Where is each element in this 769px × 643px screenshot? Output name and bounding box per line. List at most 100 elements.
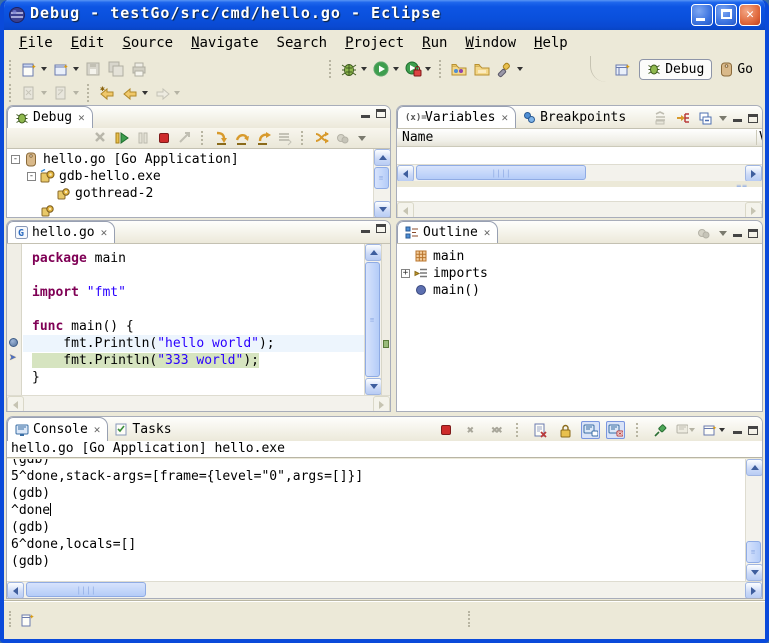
annotation-ruler[interactable]: ➤: [7, 244, 22, 412]
maximize-view-icon[interactable]: [748, 229, 758, 238]
minimize-view-icon[interactable]: [733, 114, 742, 122]
minimize-view-icon[interactable]: [361, 225, 370, 233]
debug-tree-item[interactable]: gothread-2: [7, 185, 373, 202]
show-stderr-button[interactable]: [606, 421, 625, 439]
maximize-view-icon[interactable]: [376, 224, 386, 233]
menu-navigate[interactable]: Navigate: [182, 33, 267, 53]
new-go-wizard-button[interactable]: ✦: [51, 59, 81, 80]
terminate-button[interactable]: [154, 129, 173, 147]
minimize-view-icon[interactable]: [733, 426, 742, 434]
variables-horizontal-scrollbar[interactable]: ||||: [397, 164, 762, 181]
close-tab-icon[interactable]: ✕: [99, 226, 108, 239]
close-tab-icon[interactable]: ✕: [482, 226, 491, 239]
breakpoint-icon[interactable]: [9, 338, 18, 347]
tree-expander-icon[interactable]: -: [27, 172, 36, 181]
add-global-variables-button[interactable]: [675, 109, 691, 127]
open-perspective-button[interactable]: ✦: [613, 59, 634, 80]
code-line[interactable]: import "fmt": [23, 284, 364, 301]
debug-tree-item[interactable]: [7, 202, 373, 217]
menu-search[interactable]: Search: [268, 33, 337, 53]
view-menu-chevron-icon[interactable]: [719, 116, 727, 121]
tab-hello-go[interactable]: G hello.go ✕: [7, 221, 115, 243]
terminate-button[interactable]: [436, 421, 455, 439]
scroll-right-button[interactable]: [745, 582, 762, 599]
debug-launch-button[interactable]: [339, 59, 369, 80]
column-header-value[interactable]: V: [756, 130, 762, 145]
open-console-button[interactable]: ✦: [701, 421, 727, 439]
scroll-left-button[interactable]: [7, 582, 24, 599]
tree-expander-icon[interactable]: -: [11, 155, 20, 164]
perspective-go-button[interactable]: Go: [716, 60, 757, 79]
title-bar[interactable]: Debug - testGo/src/cmd/hello.go - Eclips…: [0, 0, 769, 30]
menu-project[interactable]: Project: [336, 33, 413, 53]
close-tab-icon[interactable]: ✕: [499, 111, 508, 124]
tab-breakpoints[interactable]: Breakpoints: [516, 106, 633, 128]
scroll-left-button[interactable]: [397, 165, 414, 182]
editor-vertical-scrollbar[interactable]: ≡: [364, 244, 381, 395]
collapse-all-button[interactable]: [697, 109, 713, 127]
view-menu-chevron-icon[interactable]: [358, 136, 366, 141]
console-horizontal-scrollbar[interactable]: ||||: [7, 581, 762, 598]
show-stdout-button[interactable]: [581, 421, 600, 439]
scroll-down-button[interactable]: [746, 564, 763, 581]
view-menu-chevron-icon[interactable]: [719, 231, 727, 236]
step-into-button[interactable]: [212, 129, 231, 147]
menu-source[interactable]: Source: [113, 33, 182, 53]
scroll-down-button[interactable]: [374, 201, 390, 217]
maximize-button[interactable]: [715, 4, 737, 26]
menu-window[interactable]: Window: [456, 33, 525, 53]
close-tab-icon[interactable]: ✕: [92, 423, 101, 436]
scroll-lock-button[interactable]: [556, 421, 575, 439]
scrollbar-thumb[interactable]: ≡: [365, 262, 380, 377]
menu-file[interactable]: File: [10, 33, 62, 53]
scroll-up-button[interactable]: [746, 459, 763, 476]
instruction-pointer-icon[interactable]: ➤: [9, 354, 17, 364]
search-button[interactable]: [495, 59, 525, 80]
pin-console-button[interactable]: [651, 421, 670, 439]
variables-details-pane[interactable]: [397, 187, 762, 201]
open-folder-button[interactable]: [472, 59, 493, 80]
maximize-view-icon[interactable]: [748, 426, 758, 435]
code-line[interactable]: fmt.Println("hello world");: [23, 335, 364, 352]
maximize-view-icon[interactable]: [376, 109, 386, 118]
console-output[interactable]: (gdb)5^done,stack-args=[frame={level="0"…: [7, 459, 745, 581]
fast-view-icon[interactable]: ✦: [20, 611, 38, 627]
tab-debug[interactable]: Debug ✕: [7, 106, 93, 128]
resume-button[interactable]: [112, 129, 131, 147]
code-line[interactable]: }: [23, 369, 364, 386]
run-launch-button[interactable]: [371, 59, 401, 80]
minimize-view-icon[interactable]: [361, 110, 370, 118]
new-wizard-button[interactable]: ✦: [19, 59, 49, 80]
close-button[interactable]: ✕: [739, 4, 761, 26]
use-step-filters-button[interactable]: [312, 129, 331, 147]
step-return-button[interactable]: [254, 129, 273, 147]
menu-edit[interactable]: Edit: [62, 33, 114, 53]
tab-outline[interactable]: Outline ✕: [397, 221, 498, 243]
column-header-name[interactable]: Name: [397, 130, 756, 145]
external-tools-button[interactable]: [403, 59, 433, 80]
tab-console[interactable]: Console ✕: [7, 417, 108, 441]
scroll-up-button[interactable]: [374, 149, 390, 166]
code-area[interactable]: package mainimport "fmt"func main() { fm…: [23, 244, 364, 395]
open-resource-button[interactable]: [449, 59, 470, 80]
maximize-view-icon[interactable]: [748, 114, 758, 123]
scroll-right-button[interactable]: [745, 165, 762, 182]
clear-console-button[interactable]: [531, 421, 550, 439]
code-line[interactable]: func main() {: [23, 318, 364, 335]
console-vertical-scrollbar[interactable]: ≡: [745, 459, 762, 581]
minimize-view-icon[interactable]: [733, 229, 742, 237]
outline-item[interactable]: main: [397, 248, 762, 265]
last-edit-location-button[interactable]: ✱: [97, 83, 118, 104]
tree-expander-icon[interactable]: +: [401, 269, 410, 278]
menu-help[interactable]: Help: [525, 33, 577, 53]
tab-variables[interactable]: (x)= Variables ✕: [397, 106, 516, 128]
perspective-debug-button[interactable]: Debug: [639, 59, 712, 80]
step-over-button[interactable]: [233, 129, 252, 147]
scroll-up-button[interactable]: [365, 244, 382, 261]
overview-ruler[interactable]: [381, 244, 390, 412]
tab-tasks[interactable]: Tasks: [108, 417, 178, 441]
scroll-down-button[interactable]: [365, 378, 382, 395]
debug-vertical-scrollbar[interactable]: ≡: [373, 149, 390, 217]
minimize-button[interactable]: [691, 4, 713, 26]
debug-tree-item[interactable]: -hello.go [Go Application]: [7, 151, 373, 168]
